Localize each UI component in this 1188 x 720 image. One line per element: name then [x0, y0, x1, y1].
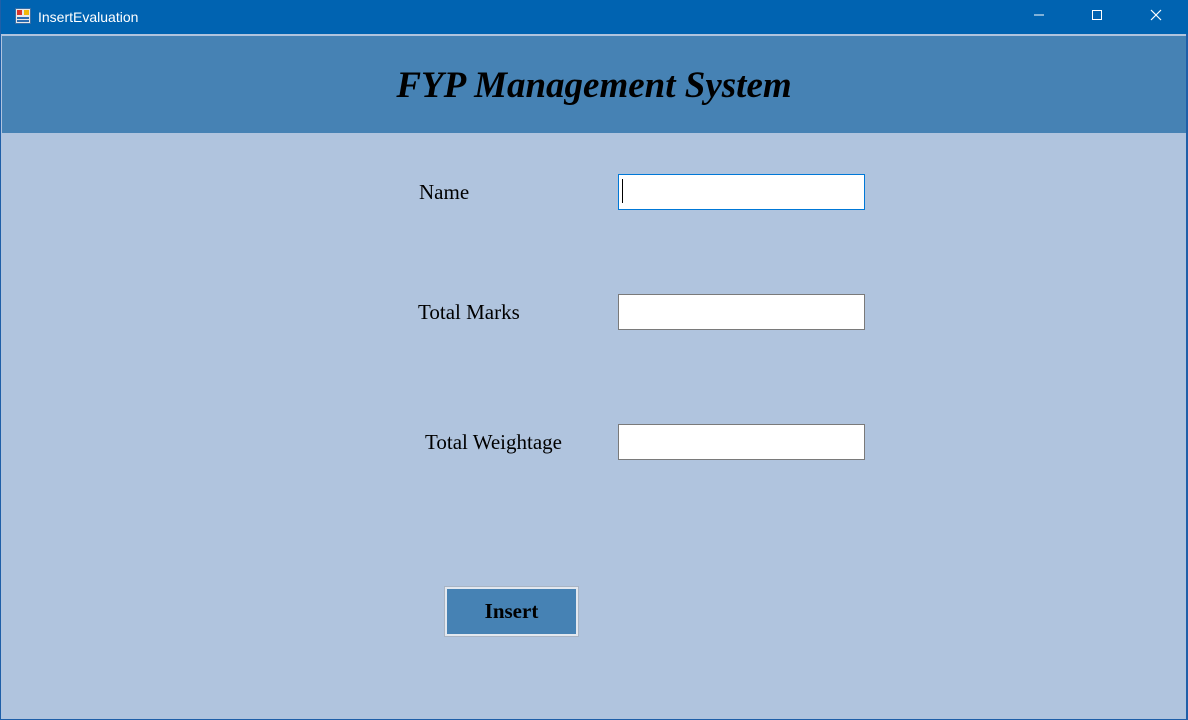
total-weightage-input[interactable] [618, 424, 865, 460]
maximize-button[interactable] [1068, 0, 1126, 34]
insert-evaluation-window: InsertEvaluation FYP Management System N… [0, 0, 1188, 720]
title-bar[interactable]: InsertEvaluation [1, 0, 1188, 34]
total-marks-label: Total Marks [418, 300, 520, 324]
app-icon [15, 8, 31, 24]
text-caret [622, 179, 623, 203]
name-label: Name [419, 180, 470, 204]
header-banner: FYP Management System [2, 36, 1186, 133]
minimize-icon [1033, 8, 1045, 26]
page-title: FYP Management System [396, 65, 792, 106]
total-weightage-label: Total Weightage [425, 430, 562, 454]
total-marks-input[interactable] [618, 294, 865, 330]
minimize-button[interactable] [1010, 0, 1068, 34]
close-icon [1150, 8, 1162, 26]
insert-button[interactable]: Insert [444, 586, 579, 637]
window-title: InsertEvaluation [38, 9, 139, 25]
maximize-icon [1091, 8, 1103, 26]
name-input[interactable] [618, 174, 865, 210]
close-button[interactable] [1127, 0, 1185, 34]
